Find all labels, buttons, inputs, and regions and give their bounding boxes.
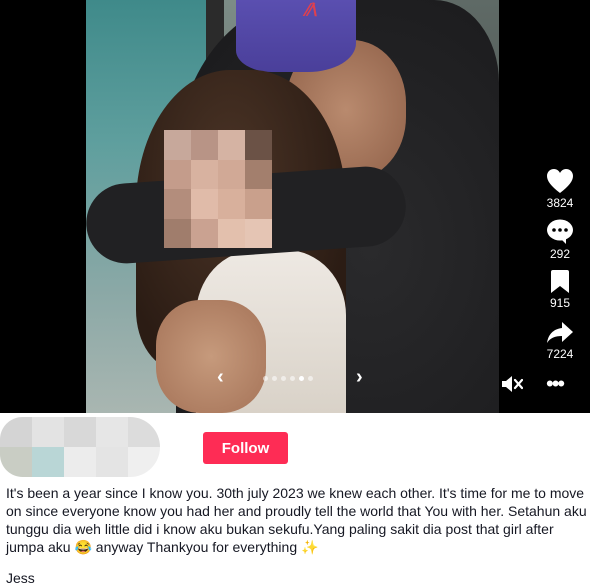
bookmark-icon	[551, 270, 569, 293]
carousel-dot[interactable]	[263, 376, 268, 381]
carousel-dot[interactable]	[308, 376, 313, 381]
carousel-next-arrow-icon[interactable]: ›	[356, 366, 363, 389]
share-button[interactable]: 7224	[538, 321, 582, 361]
like-button[interactable]: 3824	[538, 168, 582, 210]
more-options-button[interactable]: •••	[546, 373, 565, 395]
carousel-dot[interactable]	[272, 376, 277, 381]
carousel-dot[interactable]	[281, 376, 286, 381]
post-caption: It's been a year since I know you. 30th …	[6, 485, 587, 555]
like-count: 3824	[546, 196, 574, 210]
cap-logo: ⁄⁄\	[306, 0, 318, 20]
save-button[interactable]: 915	[538, 270, 582, 310]
heart-icon	[547, 169, 573, 193]
comment-count: 292	[549, 247, 571, 261]
share-count: 7224	[546, 347, 574, 361]
follow-button[interactable]: Follow	[203, 432, 288, 464]
carousel-prev-arrow-icon[interactable]: ‹	[217, 366, 224, 389]
person-hand	[156, 300, 266, 413]
carousel-photo[interactable]: ⁄⁄\	[86, 0, 499, 413]
carousel-dot[interactable]	[290, 376, 295, 381]
carousel-dot[interactable]	[299, 376, 304, 381]
author-username[interactable]: Jess	[6, 570, 35, 586]
post-media: ⁄⁄\ ‹ › 3824 292 915 7224 •••	[0, 0, 590, 413]
save-count: 915	[549, 296, 571, 310]
speaker-muted-icon	[502, 376, 524, 392]
comment-button[interactable]: 292	[538, 219, 582, 261]
comment-icon	[547, 219, 573, 244]
more-horizontal-icon: •••	[546, 371, 565, 396]
share-icon	[547, 322, 573, 343]
carousel-dots	[263, 376, 313, 381]
author-avatar[interactable]	[0, 417, 160, 477]
mute-button[interactable]	[501, 374, 524, 399]
pixelated-face	[164, 130, 272, 248]
